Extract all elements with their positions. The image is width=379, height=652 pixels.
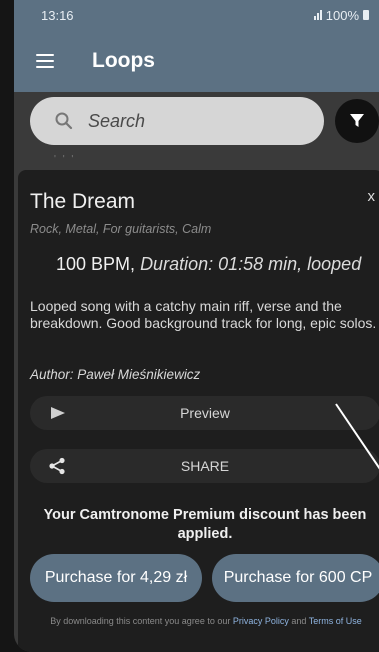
phone-screen: 13:16 100% Loops Search ' ' ' x The Drea… bbox=[14, 0, 379, 652]
annotation-pointer-line bbox=[335, 403, 379, 470]
